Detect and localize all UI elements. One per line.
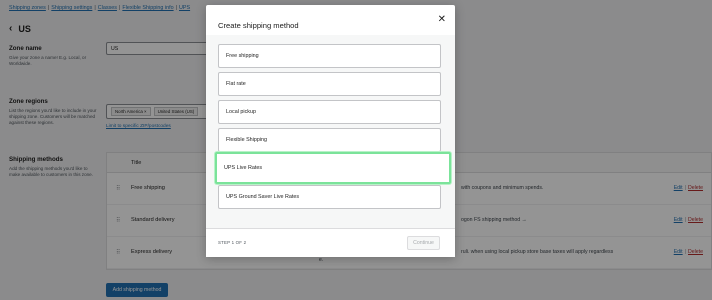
shipping-method-options: Free shipping Flat rate Local pickup Fle…	[206, 35, 455, 228]
option-free-shipping[interactable]: Free shipping	[218, 44, 441, 68]
option-flat-rate[interactable]: Flat rate	[218, 72, 441, 96]
option-local-pickup[interactable]: Local pickup	[218, 100, 441, 124]
step-indicator: STEP 1 OF 2	[218, 240, 247, 245]
option-flexible-shipping[interactable]: Flexible Shipping	[218, 128, 441, 152]
option-ups-ground-saver-live-rates[interactable]: UPS Ground Saver Live Rates	[218, 185, 441, 209]
continue-button[interactable]: Continue	[407, 236, 440, 250]
modal-title: Create shipping method	[218, 21, 299, 30]
close-icon[interactable]: ✕	[438, 15, 446, 25]
create-shipping-method-modal: Create shipping method ✕ Free shipping F…	[206, 5, 455, 257]
option-ups-live-rates[interactable]: UPS Live Rates	[215, 152, 451, 184]
modal-footer: STEP 1 OF 2 Continue	[206, 228, 455, 257]
